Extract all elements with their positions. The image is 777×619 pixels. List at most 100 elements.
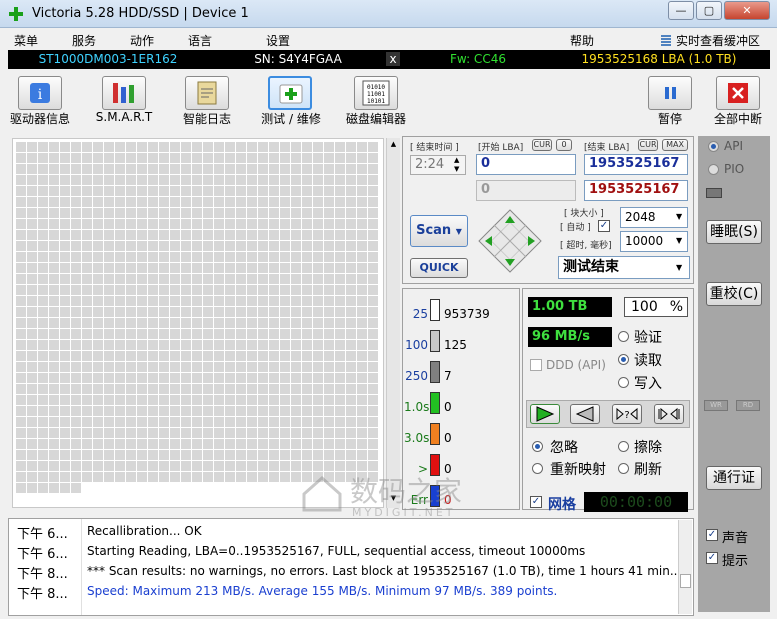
test-status-select[interactable]: 测试结束 (558, 256, 690, 279)
grid-cell (60, 472, 70, 482)
smart-button[interactable] (102, 76, 146, 110)
grid-cell (225, 373, 235, 383)
menu-settings[interactable]: 设置 (266, 32, 290, 49)
event-log: 下午 6... Recallibration... OK 下午 6... Starti… (8, 518, 694, 616)
mode-read-radio[interactable] (618, 354, 629, 365)
grid-cell (60, 428, 70, 438)
quick-button[interactable]: QUICK (410, 258, 468, 278)
ddd-api-checkbox[interactable] (530, 359, 542, 371)
recalibrate-button[interactable]: 重校(C) (706, 282, 762, 306)
action-remap-radio[interactable] (532, 463, 543, 474)
hints-label: 提示 (722, 554, 749, 569)
log-scrollbar[interactable] (678, 520, 692, 614)
status-dropdown-icon[interactable]: ▼ (676, 263, 682, 272)
action-refresh-radio[interactable] (618, 463, 629, 474)
action-erase-radio[interactable] (618, 441, 629, 452)
random-button[interactable]: ? (612, 404, 642, 424)
hints-checkbox[interactable]: ✓ (706, 552, 718, 564)
grid-cell (214, 406, 224, 416)
start-lba-input[interactable]: 0 (476, 154, 576, 175)
grid-cell (115, 274, 125, 284)
grid-cell (236, 175, 246, 185)
auto-checkbox[interactable]: ✓ (598, 220, 610, 232)
grid-cell (115, 461, 125, 471)
smart-log-button[interactable] (185, 76, 229, 110)
mode-verify-radio[interactable] (618, 331, 629, 342)
grid-cell (71, 329, 81, 339)
grid-cell (269, 186, 279, 196)
menu-main[interactable]: 菜单 (14, 32, 38, 49)
close-device-button[interactable]: x (386, 52, 400, 66)
play-backward-button[interactable] (570, 404, 600, 424)
grid-cell (236, 384, 246, 394)
grid-cell (93, 384, 103, 394)
test-repair-button[interactable] (268, 76, 312, 110)
drive-info-button[interactable]: i (18, 76, 62, 110)
grid-cell (225, 296, 235, 306)
minimize-button[interactable]: — (668, 1, 694, 20)
menu-action[interactable]: 动作 (130, 32, 154, 49)
grid-cell (225, 351, 235, 361)
menu-live-buffer[interactable]: 实时查看缓冲区 (676, 32, 760, 49)
mode-write-radio[interactable] (618, 377, 629, 388)
end-cur-button[interactable]: CUR (638, 139, 658, 151)
pause-button[interactable] (648, 76, 692, 110)
grid-checkbox[interactable]: ✓ (530, 496, 542, 508)
passport-button[interactable]: 通行证 (706, 466, 762, 490)
grid-cell (137, 263, 147, 273)
menu-language[interactable]: 语言 (188, 32, 212, 49)
menu-service[interactable]: 服务 (72, 32, 96, 49)
scroll-up-icon[interactable]: ▲ (388, 140, 399, 150)
timeout-dropdown-icon[interactable]: ▼ (676, 236, 682, 245)
grid-cell (357, 142, 367, 152)
grid-cell (247, 417, 257, 427)
grid-cell (93, 395, 103, 405)
play-forward-button[interactable] (530, 404, 560, 424)
grid-cell (104, 142, 114, 152)
scan-button[interactable]: Scan ▼ (410, 215, 468, 247)
action-ignore-radio[interactable] (532, 441, 543, 452)
block-size-dropdown-icon[interactable]: ▼ (676, 212, 682, 221)
sleep-button[interactable]: 睡眠(S) (706, 220, 762, 244)
start-cur-button[interactable]: CUR (532, 139, 552, 151)
sound-checkbox[interactable]: ✓ (706, 529, 718, 541)
api-radio[interactable] (708, 141, 719, 152)
direction-pad[interactable] (477, 208, 543, 274)
grid-cell (126, 230, 136, 240)
scroll-down-icon[interactable]: ▼ (388, 494, 399, 504)
grid-cell (82, 461, 92, 471)
grid-cell (192, 395, 202, 405)
close-button[interactable]: ✕ (724, 1, 770, 20)
abort-all-button[interactable] (716, 76, 760, 110)
grid-cell (313, 417, 323, 427)
grid-cell (104, 351, 114, 361)
grid-cell (16, 241, 26, 251)
end-lba-input[interactable]: 1953525167 (584, 154, 688, 175)
end-max-button[interactable]: MAX (662, 139, 688, 151)
pio-radio[interactable] (708, 164, 719, 175)
grid-cell (368, 450, 378, 460)
grid-cell (280, 450, 290, 460)
status-indicator (706, 188, 722, 198)
butterfly-button[interactable] (654, 404, 684, 424)
grid-cell (236, 307, 246, 317)
counter-value: 125 (444, 338, 467, 352)
grid-cell (291, 461, 301, 471)
grid-cell (324, 197, 334, 207)
maximize-button[interactable]: ▢ (696, 1, 722, 20)
grid-scrollbar[interactable]: ▲ ▼ (386, 138, 400, 508)
grid-cell (137, 461, 147, 471)
grid-cell (203, 208, 213, 218)
grid-cell (269, 340, 279, 350)
grid-cell (313, 153, 323, 163)
log-scroll-thumb[interactable] (680, 574, 691, 588)
start-zero-button[interactable]: 0 (556, 139, 572, 151)
disk-editor-button[interactable]: 01010 11001 10101 (354, 76, 398, 110)
grid-cell (148, 329, 158, 339)
grid-cell (93, 274, 103, 284)
grid-cell (170, 208, 180, 218)
grid-cell (203, 362, 213, 372)
grid-cell (181, 373, 191, 383)
menu-help[interactable]: 帮助 (570, 32, 594, 49)
time-spinner-icon[interactable]: ▲ ▼ (454, 156, 459, 174)
